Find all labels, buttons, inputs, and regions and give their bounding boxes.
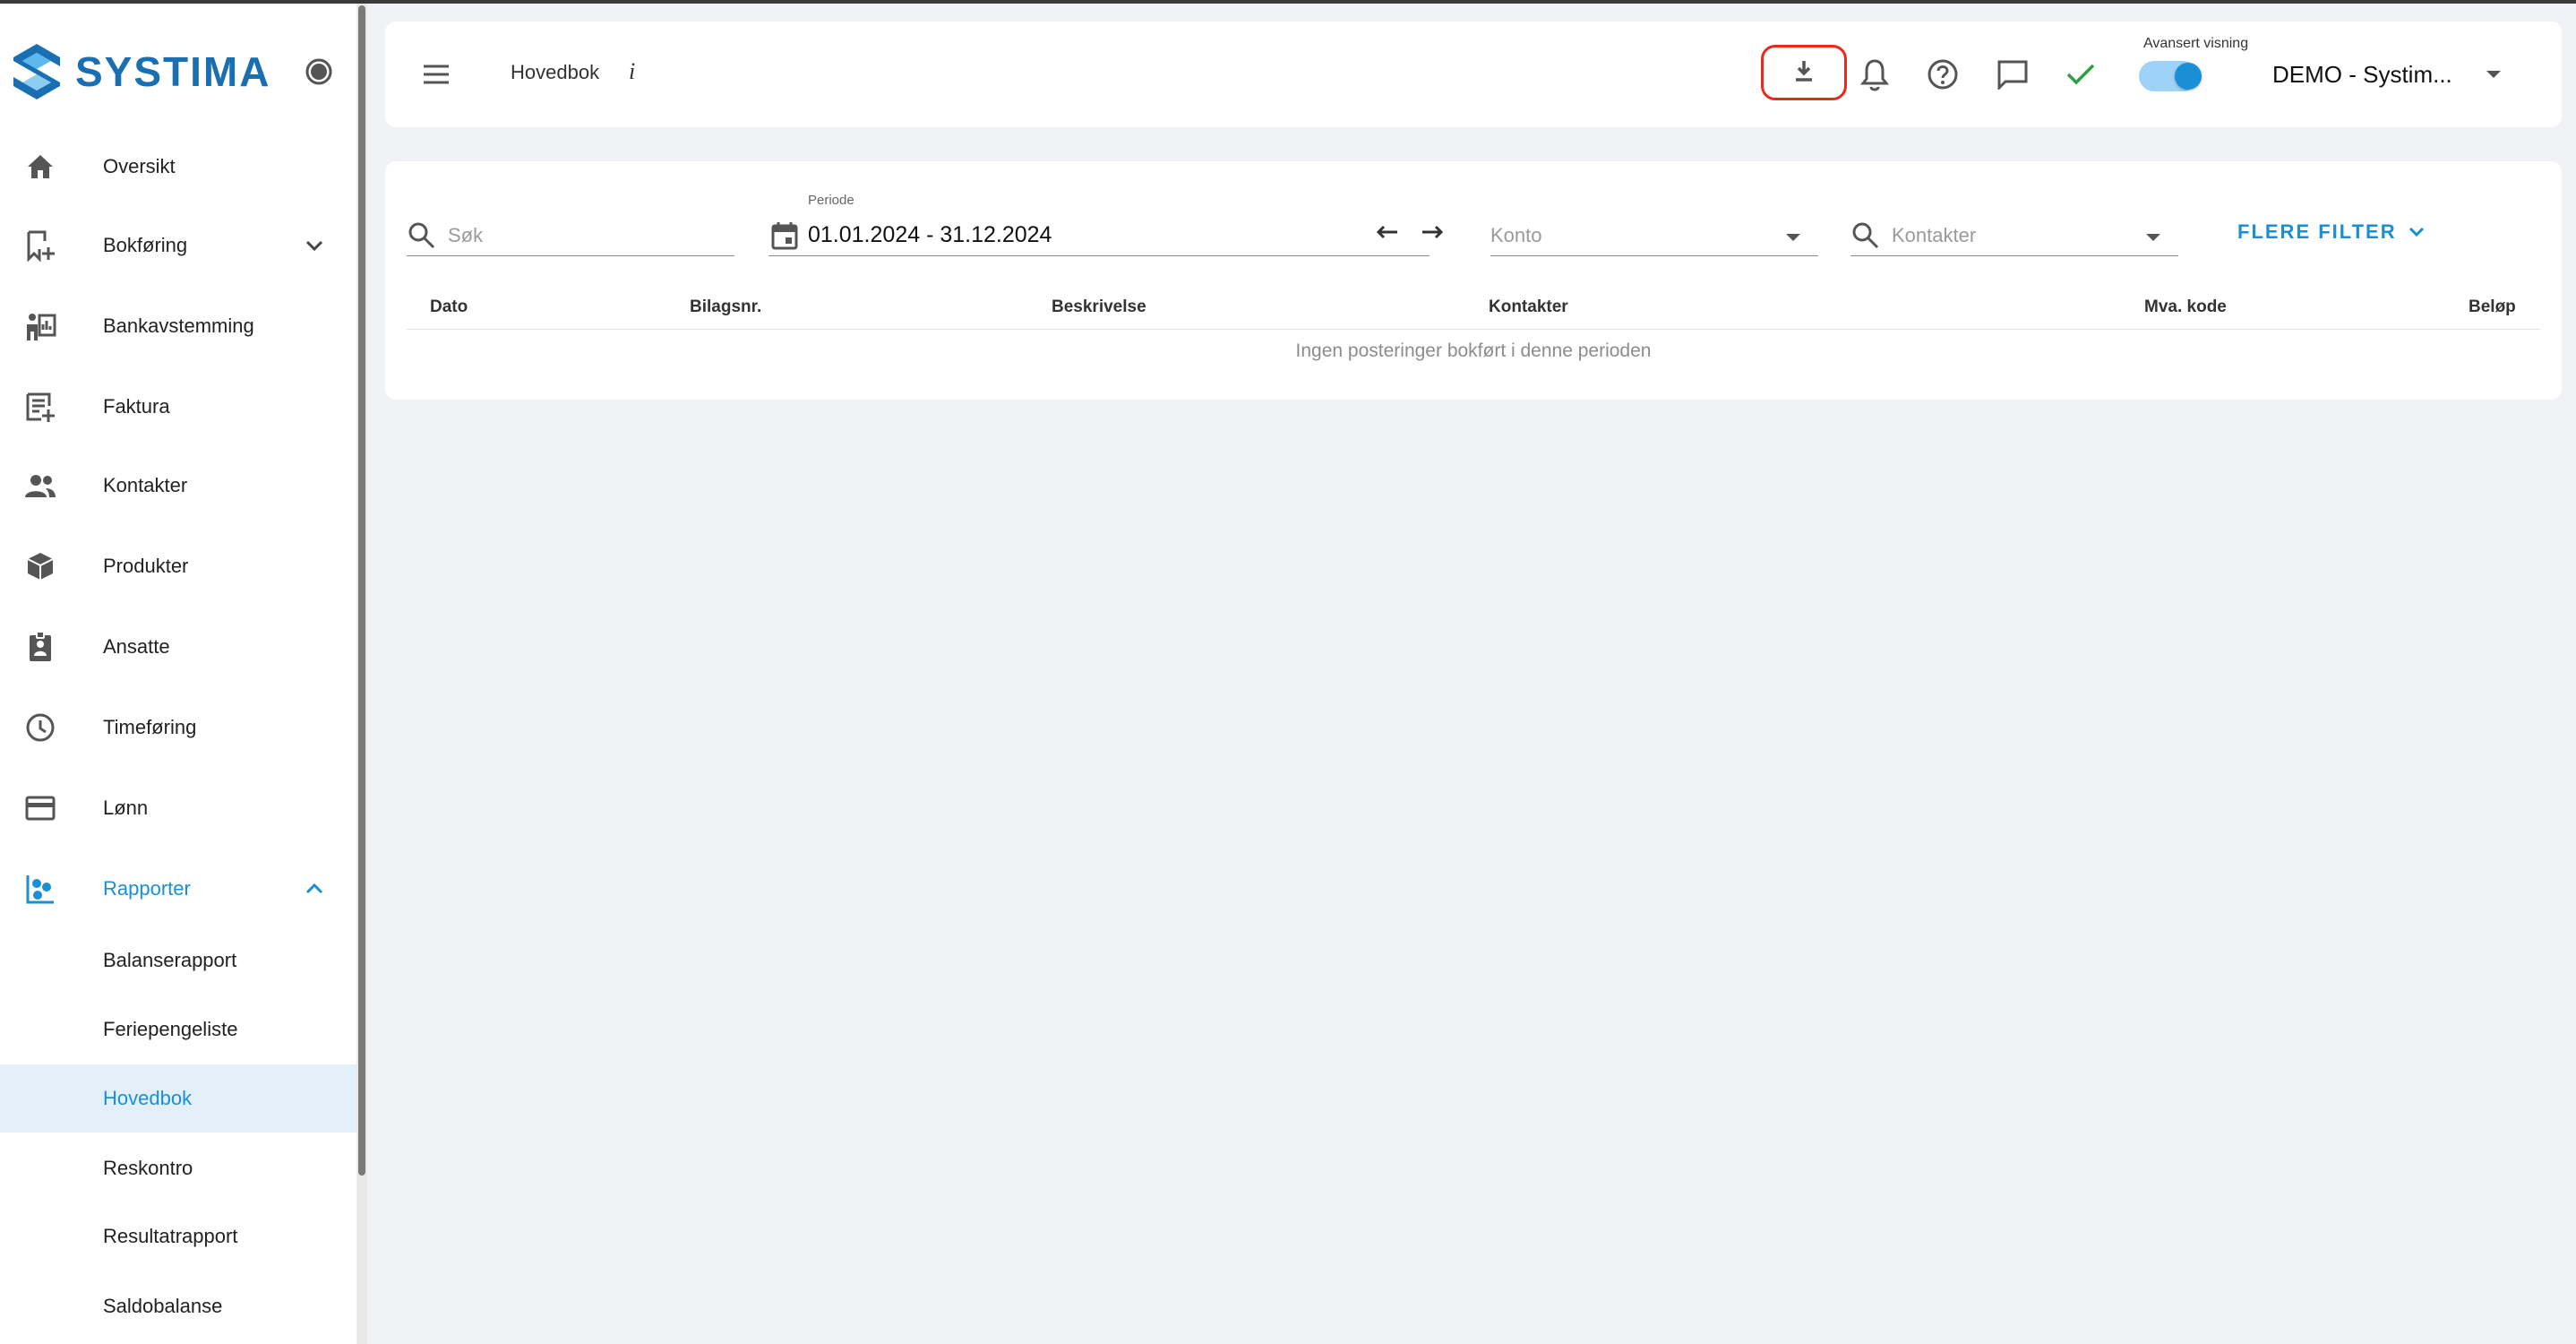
sidebar-item-kontakter[interactable]: Kontakter	[0, 446, 356, 525]
caret-down-icon	[2144, 231, 2162, 242]
sidebar-subitem-label: Feriepengeliste	[103, 1018, 238, 1040]
chevron-down-icon[interactable]	[301, 232, 328, 259]
sidebar-subitem-label: Saldobalanse	[103, 1295, 223, 1317]
sidebar-item-faktura[interactable]: Faktura	[0, 367, 356, 446]
caret-down-icon[interactable]	[2485, 68, 2503, 81]
sidebar-item-ansatte[interactable]: Ansatte	[0, 607, 356, 686]
card-icon	[23, 791, 57, 825]
sidebar-item-bokforing[interactable]: Bokføring	[0, 206, 356, 285]
sidebar-item-label: Timeføring	[103, 716, 197, 738]
company-selector[interactable]: DEMO - Systim...	[2272, 61, 2452, 89]
sidebar-item-timeforing[interactable]: Timeføring	[0, 688, 356, 767]
logo-text: SYSTIMA	[75, 48, 271, 95]
chevron-down-icon	[2406, 221, 2427, 243]
column-header-beskrivelse[interactable]: Beskrivelse	[1052, 297, 1146, 317]
download-button[interactable]	[1761, 45, 1847, 100]
clock-icon	[23, 711, 57, 745]
next-period-arrow-icon[interactable]	[1419, 219, 1446, 246]
column-header-mva-kode[interactable]: Mva. kode	[2144, 297, 2227, 317]
sidebar-item-lonn[interactable]: Lønn	[0, 769, 356, 848]
table-header: Dato Bilagsnr. Beskrivelse Kontakter Mva…	[407, 287, 2540, 330]
period-value: 01.01.2024 - 31.12.2024	[808, 222, 1052, 247]
sidebar-item-label: Ansatte	[103, 635, 170, 658]
sidebar-item-label: Oversikt	[103, 155, 176, 177]
bell-icon[interactable]	[1856, 56, 1893, 93]
info-icon[interactable]: i	[629, 58, 635, 85]
sidebar-item-label: Rapporter	[103, 877, 191, 900]
page-title: Hovedbok	[511, 61, 600, 83]
sidebar-item-label: Faktura	[103, 395, 170, 418]
bank-reconcile-icon	[23, 309, 57, 343]
sidebar-subitem-resultatrapport[interactable]: Resultatrapport	[0, 1202, 356, 1271]
more-filters-button[interactable]: FLERE FILTER	[2237, 220, 2427, 244]
advanced-view-label: Avansert visning	[2143, 36, 2249, 51]
sidebar-item-label: Bankavstemming	[103, 314, 254, 337]
sidebar-subitem-feriepengeliste[interactable]: Feriepengeliste	[0, 995, 356, 1064]
cube-icon	[23, 549, 57, 583]
sidebar-subitem-label: Resultatrapport	[103, 1225, 238, 1247]
sidebar-subitem-hovedbok[interactable]: Hovedbok	[0, 1064, 356, 1133]
bookmark-add-icon	[23, 228, 57, 263]
account-placeholder: Konto	[1490, 224, 1542, 246]
report-icon	[23, 872, 57, 906]
sidebar-subitem-label: Balanserapport	[103, 949, 237, 971]
chat-icon[interactable]	[1994, 56, 2031, 93]
sidebar-item-label: Produkter	[103, 555, 189, 577]
period-field[interactable]: 01.01.2024 - 31.12.2024	[769, 211, 1430, 256]
sidebar-subitem-label: Reskontro	[103, 1157, 193, 1179]
previous-period-arrow-icon[interactable]	[1374, 219, 1401, 246]
sidebar-subitem-balanserapport[interactable]: Balanserapport	[0, 926, 356, 995]
account-select[interactable]: Konto	[1490, 211, 1818, 256]
check-icon[interactable]	[2062, 56, 2099, 93]
sidebar: SYSTIMA Oversikt Bokføring Bankavstemmin…	[0, 4, 356, 1344]
theme-toggle-icon[interactable]	[305, 57, 333, 86]
sidebar-item-produkter[interactable]: Produkter	[0, 527, 356, 606]
sidebar-item-rapporter[interactable]: Rapporter	[0, 849, 356, 928]
invoice-icon	[23, 390, 57, 424]
sidebar-item-label: Lønn	[103, 797, 149, 819]
badge-icon	[23, 630, 57, 664]
top-header: Hovedbok i Avansert visning DEMO - Systi…	[385, 22, 2562, 127]
sidebar-item-label: Kontakter	[103, 474, 188, 496]
systima-logo-icon	[13, 44, 60, 99]
search-icon	[1850, 220, 1881, 251]
contacts-placeholder: Kontakter	[1892, 224, 1977, 246]
calendar-icon	[770, 220, 801, 251]
caret-down-icon	[1784, 231, 1802, 242]
window-top-border	[0, 0, 2576, 4]
advanced-view-toggle-knob[interactable]	[2175, 63, 2202, 90]
help-icon[interactable]	[1924, 56, 1962, 93]
sidebar-subitem-saldobalanse[interactable]: Saldobalanse	[0, 1272, 356, 1340]
sidebar-scrollbar-thumb[interactable]	[358, 5, 365, 1176]
more-filters-label: FLERE FILTER	[2237, 220, 2397, 243]
people-icon	[23, 469, 57, 503]
home-icon	[23, 150, 57, 184]
search-placeholder: Søk	[448, 224, 484, 246]
contacts-select[interactable]: Kontakter	[1850, 211, 2178, 256]
column-header-bilagsnr[interactable]: Bilagsnr.	[690, 297, 761, 317]
column-header-belop[interactable]: Beløp	[2469, 297, 2516, 317]
menu-icon[interactable]	[421, 61, 451, 88]
search-input[interactable]: Søk	[407, 211, 734, 256]
sidebar-item-oversikt[interactable]: Oversikt	[0, 127, 356, 206]
column-header-dato[interactable]: Dato	[430, 297, 468, 317]
sidebar-subitem-label: Hovedbok	[103, 1087, 193, 1109]
sidebar-item-bankavstemming[interactable]: Bankavstemming	[0, 287, 356, 366]
column-header-kontakter[interactable]: Kontakter	[1489, 297, 1568, 317]
sidebar-item-label: Bokføring	[103, 234, 188, 256]
systima-logo[interactable]: SYSTIMA	[11, 41, 270, 102]
search-icon	[407, 220, 437, 251]
period-label: Periode	[808, 193, 854, 208]
chevron-up-icon[interactable]	[301, 875, 328, 902]
sidebar-subitem-reskontro[interactable]: Reskontro	[0, 1134, 356, 1202]
empty-table-message: Ingen posteringer bokført i denne period…	[1295, 340, 1652, 361]
download-icon	[1790, 57, 1817, 89]
ledger-panel: Søk Periode 01.01.2024 - 31.12.2024 Kont…	[385, 161, 2562, 400]
